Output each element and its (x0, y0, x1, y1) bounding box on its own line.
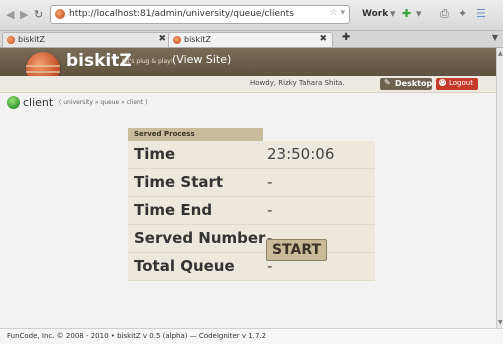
forward-icon[interactable]: ▶ (20, 8, 28, 21)
client-globe-icon (7, 96, 20, 109)
user-bar: Howdy, Rizky Tahara Shita. ✎ Desktop ⏻ L… (0, 76, 496, 93)
url-text[interactable]: http://localhost:81/admin/university/que… (69, 9, 294, 19)
desktop-label: Desktop (395, 79, 433, 88)
desktop-button[interactable]: ✎ Desktop (380, 78, 432, 90)
tab-biskitz-1[interactable]: biskitZ ✖ (2, 32, 172, 47)
tab-bar: biskitZ ✖ biskitZ ✖ ✚ ▼ (0, 31, 503, 48)
menu-icon[interactable]: ☰ (476, 7, 486, 20)
table-row: Total Queue - (128, 253, 375, 281)
bookmark-star-icon[interactable]: ☆ ▾ (330, 8, 345, 18)
tagline: let's plug & play! (122, 58, 174, 65)
logout-button[interactable]: ⏻ Logout (436, 78, 478, 90)
back-icon[interactable]: ◀ (6, 8, 14, 21)
row-value: - (267, 173, 273, 191)
row-label: Time (134, 145, 176, 163)
page-viewport: biskitZ let's plug & play! (View Site) H… (0, 48, 496, 328)
row-label: Served Number (134, 229, 266, 247)
tab-list-icon[interactable]: ▼ (492, 33, 498, 42)
footer: FunCode, Inc. © 2008 - 2010 • biskitZ v … (0, 328, 503, 344)
site-favicon-icon (55, 9, 65, 19)
scroll-down-icon[interactable]: ▼ (498, 319, 503, 326)
greeting-text: Howdy, Rizky Tahara Shita. (250, 79, 345, 87)
footer-text: FunCode, Inc. © 2008 - 2010 • biskitZ v … (7, 332, 267, 340)
panel-title: Served Process (134, 130, 195, 138)
page-title: client (23, 96, 54, 109)
vertical-scrollbar[interactable]: ▲ ▼ (496, 48, 503, 328)
breadcrumb: ( university » queue » client ) (59, 99, 148, 106)
row-label: Total Queue (134, 257, 235, 275)
table-row: Time Start - (128, 169, 375, 197)
new-tab-icon[interactable]: ✚ (342, 32, 350, 43)
table-row: Served Number - (128, 225, 375, 253)
row-value: - (267, 201, 273, 219)
chevron-down-icon[interactable]: ▾ (416, 7, 422, 20)
start-button[interactable]: START (266, 239, 327, 261)
chevron-down-icon[interactable]: ▾ (390, 7, 396, 20)
close-icon[interactable]: ✖ (319, 34, 327, 44)
table-row: Time 23:50:06 (128, 141, 375, 169)
tab-title: biskitZ (18, 35, 45, 44)
scroll-up-icon[interactable]: ▲ (498, 50, 503, 57)
tab-favicon-icon (173, 36, 181, 44)
logout-label: Logout (449, 79, 473, 87)
panel-header: Served Process (128, 128, 263, 141)
wrench-icon: ✎ (384, 78, 391, 87)
tab-favicon-icon (7, 36, 15, 44)
row-label: Time Start (134, 173, 224, 191)
work-menu[interactable]: Work (362, 9, 388, 19)
view-site-link[interactable]: (View Site) (172, 53, 231, 66)
add-icon[interactable]: ✚ (402, 7, 411, 20)
printer-icon[interactable]: ⎙ (440, 7, 449, 21)
table-row: Time End - (128, 197, 375, 225)
browser-toolbar: ◀ ▶ ↻ http://localhost:81/admin/universi… (0, 0, 503, 31)
tab-biskitz-2[interactable]: biskitZ ✖ (168, 32, 333, 47)
row-value: 23:50:06 (267, 145, 335, 163)
power-icon: ⏻ (439, 79, 446, 86)
url-bar[interactable]: http://localhost:81/admin/university/que… (50, 5, 350, 24)
close-icon[interactable]: ✖ (158, 34, 166, 44)
row-label: Time End (134, 201, 213, 219)
reload-icon[interactable]: ↻ (34, 8, 43, 21)
tab-title: biskitZ (184, 35, 211, 44)
extension-icon[interactable]: ✦ (458, 7, 467, 20)
app-header: biskitZ let's plug & play! (View Site) (0, 48, 496, 86)
